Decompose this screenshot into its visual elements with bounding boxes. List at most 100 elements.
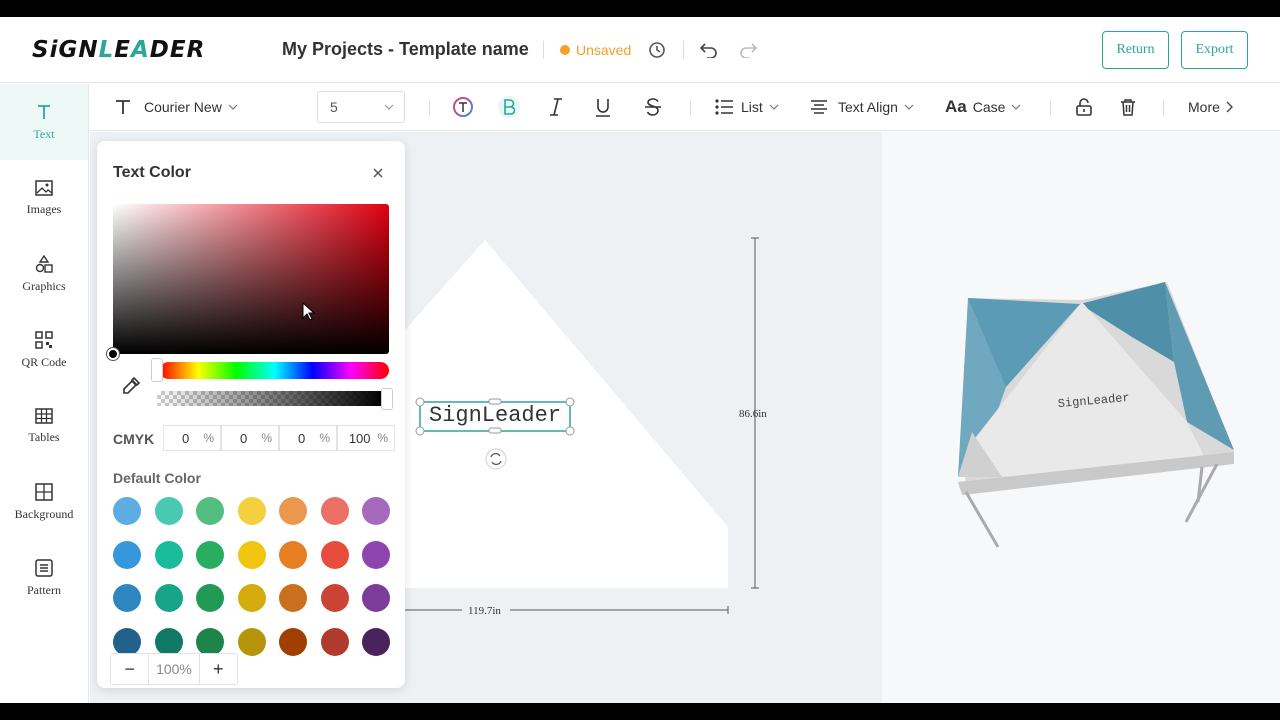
color-swatch[interactable] (279, 540, 307, 569)
divider (429, 100, 430, 116)
divider (1050, 100, 1051, 116)
font-size-select[interactable]: 5 (317, 91, 405, 123)
sidebar-item-label: Background (14, 506, 74, 521)
height-label: 86.6in (739, 408, 767, 420)
return-button[interactable]: Return (1102, 31, 1169, 69)
italic-button[interactable] (549, 84, 563, 130)
canvas-text-element[interactable]: SignLeader (420, 401, 570, 430)
align-center-icon (811, 100, 827, 114)
color-swatch[interactable] (237, 540, 266, 569)
history-icon[interactable] (646, 39, 668, 61)
export-button[interactable]: Export (1181, 31, 1248, 69)
hue-handle[interactable] (151, 358, 163, 382)
sidebar-item-label: Graphics (22, 278, 66, 293)
brand-logo[interactable]: SiGNLEADER (32, 37, 205, 63)
color-swatch[interactable] (154, 540, 183, 569)
default-color-label: Default Color (113, 470, 201, 486)
sidebar-item-tables[interactable]: Tables (0, 388, 88, 464)
strikethrough-button[interactable] (644, 84, 662, 130)
color-swatch[interactable] (320, 540, 349, 569)
color-swatch[interactable] (196, 627, 224, 656)
font-family-select[interactable]: Courier New (114, 84, 238, 130)
opacity-handle[interactable] (381, 388, 393, 410)
text-icon (116, 100, 130, 114)
color-swatch[interactable] (237, 497, 266, 525)
redo-icon[interactable] (737, 39, 759, 61)
zoom-out-button[interactable]: − (111, 654, 148, 684)
more-button[interactable]: More (1188, 84, 1234, 130)
status-label: Unsaved (576, 42, 632, 58)
opacity-slider[interactable] (157, 391, 383, 406)
color-swatch[interactable] (154, 497, 183, 525)
more-label: More (1188, 99, 1220, 115)
black-input[interactable]: 100% (337, 425, 395, 451)
shapes-icon (35, 254, 53, 273)
sidebar-item-text[interactable]: Text (0, 84, 88, 160)
text-align-label: Text Align (838, 99, 898, 115)
color-swatch[interactable] (113, 540, 141, 569)
zoom-control: − 100% + (110, 653, 238, 685)
underline-button[interactable] (595, 84, 611, 130)
image-icon (35, 179, 53, 196)
qr-code-icon (35, 330, 53, 349)
color-swatch[interactable] (279, 584, 307, 612)
color-swatch[interactable] (320, 584, 349, 612)
color-swatch[interactable] (113, 497, 141, 525)
color-swatch[interactable] (113, 627, 141, 656)
case-dropdown[interactable]: Aa Case (945, 84, 1021, 130)
sidebar-item-background[interactable]: Background (0, 464, 88, 540)
hue-slider[interactable] (160, 362, 389, 379)
color-swatch[interactable] (237, 584, 266, 612)
divider (1163, 100, 1164, 116)
cyan-input[interactable]: 0% (163, 425, 221, 451)
color-swatch[interactable] (154, 584, 183, 612)
color-swatch[interactable] (362, 584, 390, 612)
color-swatch[interactable] (196, 497, 224, 525)
font-family-value: Courier New (144, 99, 222, 115)
project-title[interactable]: My Projects - Template name (282, 39, 529, 60)
text-align-dropdown[interactable]: Text Align (810, 84, 914, 130)
sidebar-item-qr-code[interactable]: QR Code (0, 312, 88, 388)
case-icon: Aa (945, 97, 967, 116)
color-swatch[interactable] (196, 540, 224, 569)
bold-button[interactable] (498, 84, 520, 130)
color-swatch[interactable] (279, 627, 307, 656)
undo-icon[interactable] (698, 39, 720, 61)
color-swatch[interactable] (196, 584, 224, 612)
color-swatch[interactable] (154, 627, 183, 656)
italic-icon (550, 98, 562, 116)
tent-3d-render: SignLeader (958, 282, 1234, 548)
color-swatch[interactable] (362, 497, 390, 525)
sidebar-item-pattern[interactable]: Pattern (0, 540, 88, 616)
sidebar-item-graphics[interactable]: Graphics (0, 236, 88, 312)
color-swatch[interactable] (362, 627, 390, 656)
saturation-handle[interactable] (107, 348, 119, 360)
saturation-picker[interactable] (113, 204, 389, 354)
color-swatch[interactable] (113, 584, 141, 612)
list-dropdown[interactable]: List (715, 84, 779, 130)
font-size-value: 5 (330, 99, 338, 115)
color-swatch[interactable] (362, 540, 390, 569)
color-swatch[interactable] (237, 627, 266, 656)
close-icon[interactable] (370, 165, 386, 181)
delete-button[interactable] (1120, 84, 1136, 130)
top-header: SiGNLEADER My Projects - Template name U… (0, 17, 1280, 83)
divider (690, 100, 691, 116)
lock-button[interactable] (1075, 84, 1093, 130)
case-label: Case (972, 99, 1006, 115)
color-swatch[interactable] (320, 627, 349, 656)
width-label: 119.7in (468, 605, 501, 617)
color-swatch[interactable] (320, 497, 349, 525)
chevron-down-icon (1011, 104, 1021, 110)
color-swatch[interactable] (279, 497, 307, 525)
chevron-down-icon (228, 104, 238, 110)
text-color-button[interactable] (452, 84, 474, 130)
default-color-swatches (113, 497, 393, 656)
sidebar-item-images[interactable]: Images (0, 160, 88, 236)
magenta-input[interactable]: 0% (221, 425, 279, 451)
3d-preview[interactable]: SignLeader (882, 132, 1280, 703)
eyedropper-icon[interactable] (121, 376, 141, 396)
zoom-in-button[interactable]: + (200, 654, 237, 684)
yellow-input[interactable]: 0% (279, 425, 337, 451)
chevron-down-icon (384, 104, 394, 110)
